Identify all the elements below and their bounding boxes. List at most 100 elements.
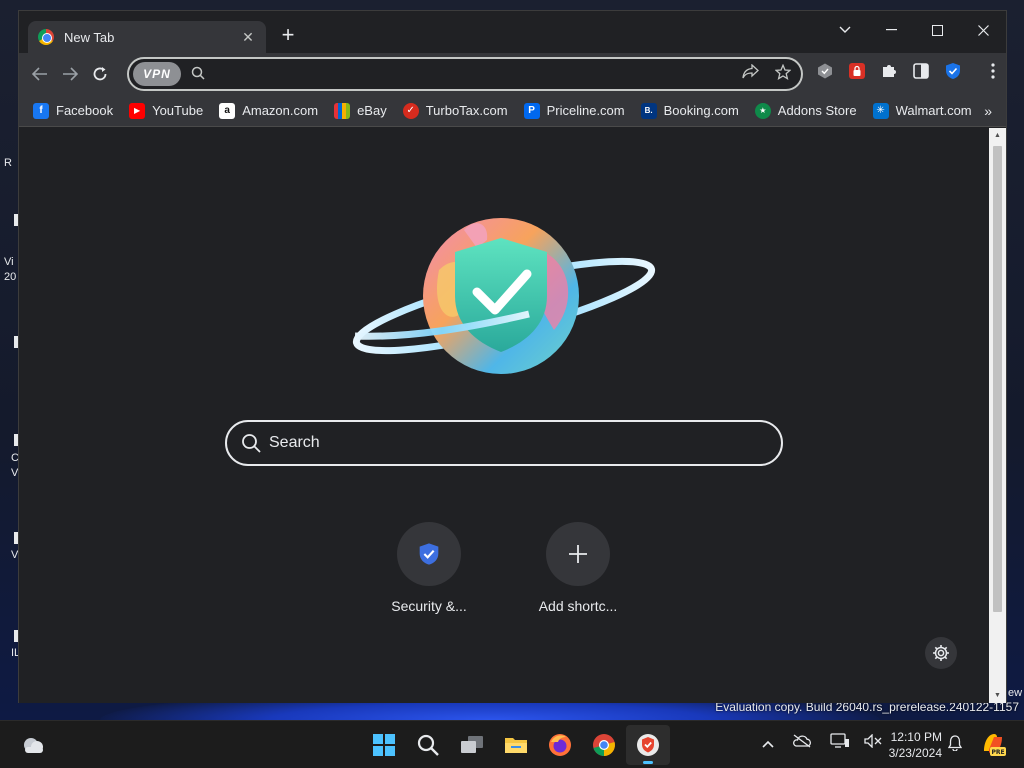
security-extension-icon[interactable]	[943, 61, 963, 81]
bookmarks-bar: f Facebook ▶ YouTube a Amazon.com e eBay…	[19, 95, 1006, 127]
search-icon	[242, 434, 261, 453]
new-tab-search-box[interactable]	[225, 420, 783, 466]
system-tray	[762, 733, 882, 752]
priceline-icon: P	[523, 102, 540, 119]
bookmark-addons-store[interactable]: ★ Addons Store	[754, 102, 857, 119]
bookmark-facebook[interactable]: f Facebook	[33, 102, 114, 119]
taskbar-apps	[362, 725, 670, 765]
bookmark-label: Addons Store	[777, 103, 857, 118]
booking-icon: B.	[640, 102, 657, 119]
back-button[interactable]	[25, 59, 55, 89]
bookmark-walmart[interactable]: ✳ Walmart.com	[872, 102, 972, 119]
bookmark-star-icon[interactable]	[774, 63, 792, 85]
scroll-up-arrow-icon[interactable]: ▲	[993, 132, 1002, 139]
close-window-button[interactable]	[960, 15, 1006, 45]
weather-widget-icon[interactable]	[20, 733, 46, 757]
scroll-down-arrow-icon[interactable]: ▼	[993, 692, 1002, 699]
start-icon[interactable]	[362, 725, 406, 765]
clock-time: 12:10 PM	[890, 730, 942, 744]
addons-store-icon: ★	[754, 102, 771, 119]
firefox-icon[interactable]	[538, 725, 582, 765]
toolbar: VPN	[19, 53, 1006, 95]
svg-text:PRE: PRE	[991, 749, 1004, 756]
tab-title: New Tab	[64, 29, 115, 45]
vpn-toggle-button[interactable]: VPN	[133, 62, 181, 86]
back-arrow-icon	[32, 67, 47, 81]
bookmark-ebay[interactable]: e eBay	[334, 102, 387, 119]
extensions-area	[815, 61, 1003, 81]
new-tab-button[interactable]: +	[277, 23, 299, 47]
browser-window: New Tab ✕ + VPN f Facebook ▶ YouTube a A…	[18, 10, 1007, 703]
bookmarks-overflow-chevron-icon[interactable]: »	[984, 103, 992, 119]
clock-date: 3/23/2024	[888, 746, 942, 760]
customize-button[interactable]	[925, 637, 957, 669]
security-shield-icon	[419, 543, 439, 565]
desktop-icon-label: ew	[1008, 687, 1023, 699]
bookmark-label: Amazon.com	[242, 103, 319, 118]
bookmark-label: Walmart.com	[895, 103, 972, 118]
bookmark-turbotax[interactable]: ✓ TurboTax.com	[402, 102, 508, 119]
browser-favicon-icon	[38, 29, 54, 45]
chevron-up-icon[interactable]	[762, 735, 774, 751]
shield-browser-icon[interactable]	[626, 725, 670, 765]
ebay-icon: e	[334, 102, 351, 119]
bookmark-label: Booking.com	[663, 103, 739, 118]
security-globe-illustration	[352, 218, 656, 374]
bookmark-amazon[interactable]: a Amazon.com	[219, 102, 319, 119]
tab-search-dropdown-icon[interactable]	[822, 15, 868, 45]
bookmark-youtube[interactable]: ▶ YouTube	[129, 102, 204, 119]
window-controls	[822, 15, 1006, 45]
page-scrollbar[interactable]: ▲ ▼	[989, 128, 1006, 703]
share-icon[interactable]	[742, 63, 759, 85]
shortcut-label: Add shortc...	[538, 598, 618, 614]
bookmark-label: YouTube	[152, 103, 204, 118]
maximize-button[interactable]	[914, 15, 960, 45]
shield-extension-icon[interactable]	[815, 61, 835, 81]
search-icon[interactable]	[406, 725, 450, 765]
reload-button[interactable]	[85, 59, 115, 89]
close-icon[interactable]: ✕	[240, 29, 256, 46]
lock-extension-icon[interactable]	[847, 61, 867, 81]
bookmark-label: Facebook	[56, 103, 114, 118]
forward-arrow-icon	[63, 67, 78, 81]
youtube-icon: ▶	[129, 102, 146, 119]
shortcut-icon-circle	[546, 522, 610, 586]
shortcut-icon-circle	[397, 522, 461, 586]
desktop-icon-label: Vi	[4, 256, 14, 268]
new-tab-search-input[interactable]	[269, 434, 781, 452]
tab-new-tab[interactable]: New Tab ✕	[28, 21, 266, 53]
turbotax-icon: ✓	[402, 102, 419, 119]
menu-icon[interactable]	[983, 61, 1003, 81]
bookmark-booking[interactable]: B. Booking.com	[640, 102, 739, 119]
taskbar: 12:10 PM 3/23/2024 PRE	[0, 720, 1024, 768]
new-tab-page: Security &... Add shortc...	[19, 128, 990, 703]
shortcut-security[interactable]: Security &...	[373, 522, 485, 614]
clock[interactable]: 12:10 PM 3/23/2024	[880, 729, 942, 761]
notification-bell-icon[interactable]	[947, 735, 963, 754]
forward-button[interactable]	[55, 59, 85, 89]
add-shortcut-button[interactable]: Add shortc...	[522, 522, 634, 614]
bookmark-label: TurboTax.com	[425, 103, 508, 118]
search-icon	[191, 66, 205, 83]
desktop-icon-label: 20	[4, 271, 17, 283]
task-view-icon[interactable]	[450, 725, 494, 765]
bookmark-label: Priceline.com	[546, 103, 625, 118]
walmart-icon: ✳	[872, 102, 889, 119]
minimize-button[interactable]	[868, 15, 914, 45]
reload-icon	[93, 67, 107, 81]
side-panel-icon[interactable]	[911, 61, 931, 81]
file-explorer-icon[interactable]	[494, 725, 538, 765]
title-bar[interactable]: New Tab ✕ +	[19, 11, 1006, 53]
address-bar[interactable]: VPN	[127, 57, 803, 91]
desktop-icon-label: R	[4, 157, 12, 169]
bookmark-priceline[interactable]: P Priceline.com	[523, 102, 625, 119]
amazon-icon: a	[219, 102, 236, 119]
scrollbar-thumb[interactable]	[993, 146, 1002, 612]
display-icon[interactable]	[830, 733, 850, 752]
onedrive-offline-icon[interactable]	[792, 734, 812, 751]
copilot-icon[interactable]: PRE	[980, 731, 1006, 757]
gear-icon	[933, 645, 949, 661]
puzzle-extensions-icon[interactable]	[879, 61, 899, 81]
chrome-icon[interactable]	[582, 725, 626, 765]
address-input[interactable]	[211, 66, 742, 82]
